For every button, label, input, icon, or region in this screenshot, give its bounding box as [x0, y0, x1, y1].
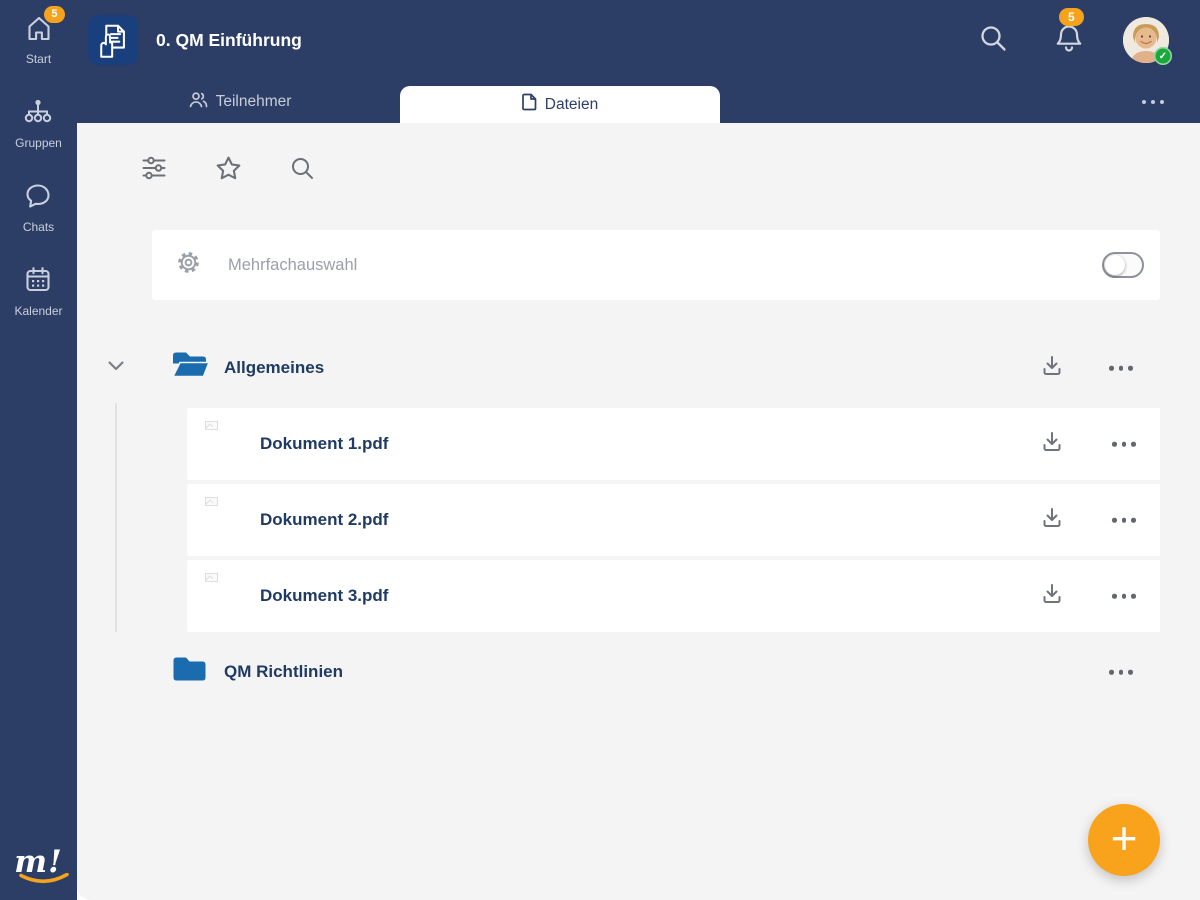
folder-row-qm-richtlinien[interactable]: QM Richtlinien [77, 644, 1200, 700]
tab-overflow-button[interactable] [1142, 99, 1164, 104]
app-logo: m! [0, 847, 77, 886]
thumbnail-placeholder-icon [205, 417, 218, 435]
start-badge: 5 [44, 6, 65, 23]
multiselect-toggle[interactable] [1102, 252, 1144, 278]
search-button[interactable] [977, 22, 1009, 59]
files-toolbar [139, 153, 317, 183]
plus-icon: + [1110, 812, 1138, 864]
org-chart-icon [22, 97, 54, 132]
thumbnail-placeholder-icon [205, 493, 218, 511]
multiselect-label: Mehrfachauswahl [228, 255, 358, 274]
add-button[interactable]: + [1088, 804, 1160, 876]
participants-icon [189, 91, 208, 113]
download-button[interactable] [1039, 429, 1065, 460]
document-name: Dokument 3.pdf [260, 586, 389, 605]
course-icon [88, 15, 138, 65]
multiselect-card: Mehrfachauswahl [152, 230, 1160, 300]
sidebar-item-label: Gruppen [15, 136, 62, 150]
file-icon [521, 93, 537, 116]
ellipsis-icon [1112, 517, 1136, 523]
calendar-icon [23, 265, 53, 300]
content-area: Mehrfachauswahl Allgemeines Dokument 1.p… [77, 123, 1200, 900]
download-icon [1043, 584, 1061, 603]
sidebar-item-gruppen[interactable]: Gruppen [15, 97, 62, 150]
page-title: 0. QM Einführung [156, 29, 302, 50]
ellipsis-icon [1109, 365, 1133, 371]
folder-open-icon [171, 350, 211, 387]
document-name: Dokument 1.pdf [260, 434, 389, 453]
ellipsis-icon [1142, 99, 1164, 104]
document-row[interactable]: Dokument 3.pdf [187, 560, 1160, 632]
bell-icon [1053, 22, 1085, 59]
logo-smile-icon [18, 873, 69, 884]
ellipsis-icon [1112, 593, 1136, 599]
status-check-icon: ✓ [1154, 47, 1172, 65]
document-row[interactable]: Dokument 1.pdf [187, 408, 1160, 480]
sidebar-item-chats[interactable]: Chats [23, 181, 54, 234]
ellipsis-icon [1109, 669, 1133, 675]
download-button[interactable] [1039, 505, 1065, 536]
more-actions-button[interactable] [1109, 365, 1133, 371]
filter-button[interactable] [139, 153, 169, 183]
tab-teilnehmer[interactable]: Teilnehmer [85, 80, 395, 123]
tab-label: Teilnehmer [215, 92, 292, 110]
main-area: 0. QM Einführung 5 ✓ Teilnehmer Dateien … [77, 0, 1200, 900]
download-icon [1043, 356, 1061, 375]
document-name: Dokument 2.pdf [260, 510, 389, 529]
gear-icon [175, 249, 202, 281]
avatar[interactable]: ✓ [1123, 17, 1172, 65]
ellipsis-icon [1112, 441, 1136, 447]
search-icon [977, 22, 1009, 59]
sidebar-item-start[interactable]: 5 Start [24, 6, 65, 66]
download-icon [1043, 508, 1061, 527]
tab-bar: Teilnehmer Dateien [77, 80, 1200, 123]
sidebar-item-label: Chats [22, 220, 55, 234]
top-bar: 0. QM Einführung 5 ✓ [77, 0, 1200, 80]
thumbnail-placeholder-icon [205, 569, 218, 587]
chevron-down-icon[interactable] [103, 353, 129, 384]
tab-label: Dateien [544, 95, 599, 113]
favorites-button[interactable] [213, 153, 243, 183]
notifications-badge: 5 [1059, 7, 1084, 26]
folder-name: Allgemeines [224, 358, 325, 377]
download-button[interactable] [1039, 353, 1065, 384]
document-row[interactable]: Dokument 2.pdf [187, 484, 1160, 556]
sidebar-item-kalender[interactable]: Kalender [14, 265, 63, 318]
download-icon [1043, 432, 1061, 451]
search-icon [292, 158, 313, 179]
folder-row-allgemeines[interactable]: Allgemeines [77, 340, 1200, 396]
more-actions-button[interactable] [1112, 517, 1136, 523]
tab-dateien[interactable]: Dateien [400, 86, 720, 123]
sidebar-item-label: Kalender [14, 304, 63, 318]
notifications-button[interactable]: 5 [1053, 7, 1085, 59]
sidebar-item-label: Start [25, 52, 52, 66]
folder-closed-icon [171, 654, 209, 691]
search-files-button[interactable] [287, 153, 317, 183]
tree-indent-line [115, 403, 117, 632]
more-actions-button[interactable] [1112, 593, 1136, 599]
star-icon [216, 156, 240, 179]
more-actions-button[interactable] [1112, 441, 1136, 447]
toggle-knob [1105, 255, 1125, 275]
sidebar: 5 Start Gruppen Chats Kalender m! [0, 0, 77, 900]
home-icon: 5 [24, 6, 65, 48]
folder-name: QM Richtlinien [224, 662, 343, 681]
download-button[interactable] [1039, 581, 1065, 612]
chat-bubble-icon [23, 181, 53, 216]
sliders-icon [142, 156, 166, 180]
more-actions-button[interactable] [1109, 669, 1133, 675]
